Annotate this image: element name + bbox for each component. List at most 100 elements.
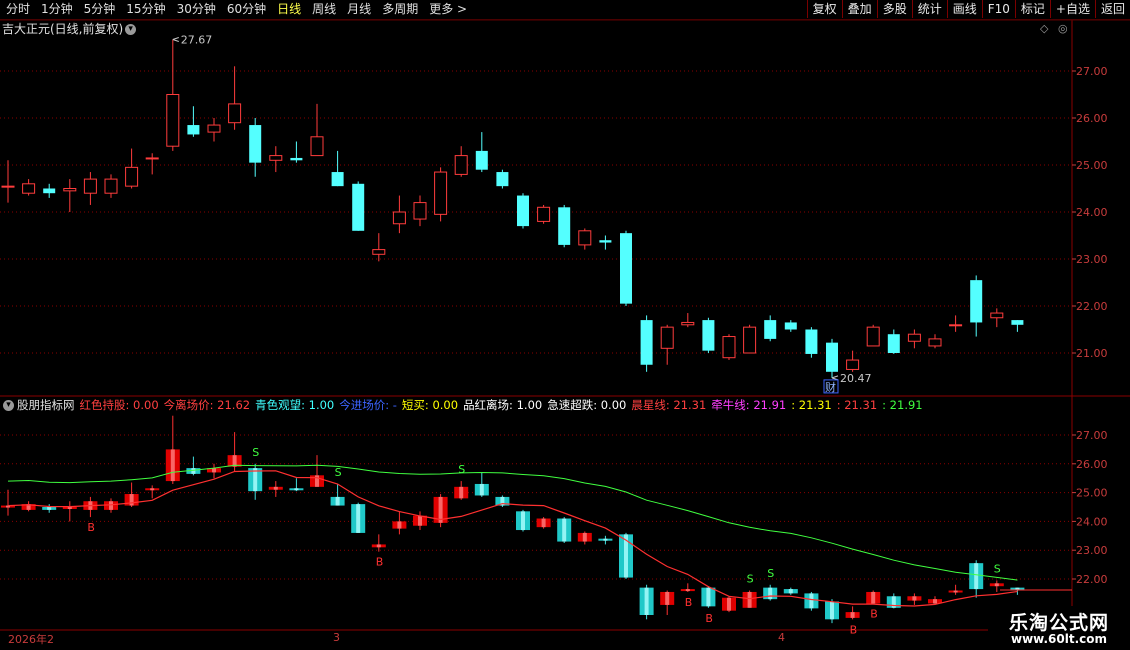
- cai-label: 财: [825, 380, 836, 394]
- indicator-menu-icon[interactable]: ▾: [3, 399, 14, 411]
- indicator-candle-highlight: [850, 612, 855, 618]
- date-label-apr: 4: [778, 631, 785, 644]
- indicator-y-tick-label: 25.00: [1076, 487, 1108, 500]
- candle-body-up: [681, 321, 695, 326]
- indicator-candle-highlight: [294, 488, 299, 491]
- indicator-candle-highlight: [727, 597, 731, 611]
- indicator-candle-highlight: [191, 468, 196, 474]
- signal-b-label: B: [376, 556, 384, 569]
- indicator-candle-highlight: [871, 591, 876, 604]
- signal-s-label: S: [458, 463, 465, 476]
- candle-body-up: [392, 211, 406, 225]
- candle-body-down: [496, 172, 509, 187]
- indicator-field-11: : 21.91: [882, 398, 923, 412]
- candle-body-up: [125, 166, 139, 187]
- chevron-down-icon[interactable]: ▾: [125, 24, 137, 35]
- candle-body-up: [310, 136, 324, 157]
- candle-body-up: [22, 183, 36, 194]
- indicator-candle-highlight: [809, 593, 814, 609]
- indicator-header: ▾ 股朋指标网 红色持股: 0.00 今离场价: 21.62 青色观望: 1.00 今…: [0, 397, 928, 413]
- indicator-candle-highlight: [376, 544, 381, 548]
- red-ma-line: [7, 470, 1018, 607]
- candle-body-up: [104, 178, 118, 194]
- indicator-candle-highlight: [541, 518, 546, 528]
- candle-body-up: [866, 326, 880, 347]
- main-panel-title: 吉大正元(日线,前复权) ▾: [2, 21, 139, 37]
- diamond-icon[interactable]: ◇: [1040, 22, 1048, 35]
- indicator-candle-highlight: [397, 521, 402, 529]
- candle-body-down: [558, 207, 571, 245]
- indicator-candle-highlight: [315, 475, 319, 487]
- indicator-field-5: 品红离场: 1.00: [463, 398, 543, 412]
- indicator-candle-highlight: [665, 591, 670, 605]
- candle-body-up: [454, 155, 468, 175]
- candle-body-down: [352, 183, 365, 231]
- candle-body-up: [228, 103, 242, 124]
- indicator-name[interactable]: 股朋指标网: [17, 397, 75, 413]
- signal-s-label: S: [747, 573, 754, 586]
- candle-body-down: [764, 320, 777, 339]
- candle-body-down: [887, 334, 900, 353]
- low-arrow: [831, 375, 839, 381]
- indicator-candle-highlight: [273, 486, 278, 490]
- candle-body-down: [805, 329, 818, 354]
- candle-body-up: [166, 94, 180, 147]
- indicator-candle-highlight: [562, 518, 567, 542]
- watermark-logo: 乐淘公式网 www.60lt.com: [988, 606, 1130, 650]
- indicator-candle-highlight: [912, 596, 917, 601]
- candle-body-down: [331, 172, 344, 187]
- indicator-candle-highlight: [521, 511, 525, 531]
- main-y-tick-label: 27.00: [1076, 65, 1108, 78]
- stock-chart-app: 分时 1分钟 5分钟 15分钟 30分钟 60分钟 日线 周线 月线 多周期 更多 > 复权 叠加 多股…: [0, 0, 1130, 650]
- candle-body-up: [145, 157, 159, 160]
- indicator-candle-highlight: [747, 591, 752, 608]
- candle-body-up: [83, 178, 97, 194]
- indicator-y-tick-label: 23.00: [1076, 544, 1108, 557]
- watermark-url: www.60lt.com: [1010, 632, 1108, 646]
- indicator-candle-highlight: [706, 587, 711, 607]
- signal-b-label: B: [870, 607, 878, 620]
- indicator-y-tick-label: 22.00: [1076, 573, 1108, 586]
- indicator-candle-highlight: [356, 504, 361, 533]
- low-price-label: 20.47: [840, 372, 872, 385]
- indicator-field-8: 牵牛线: 21.91: [711, 398, 787, 412]
- signal-b-label: B: [850, 623, 858, 636]
- chart-canvas[interactable]: 27.00 26.00 25.00 24.00 23.00 22.00 21.00 27.00…: [0, 0, 1130, 650]
- candle-body-up: [990, 312, 1004, 319]
- candle-body-down: [43, 188, 56, 194]
- candle-body-up: [63, 188, 77, 192]
- candle-body-down: [620, 233, 632, 304]
- indicator-candle-highlight: [479, 483, 484, 496]
- main-y-tick-label: 21.00: [1076, 347, 1108, 360]
- candle-body-up: [434, 171, 448, 215]
- indicator-candle-highlight: [170, 449, 175, 482]
- candle-body-down: [517, 195, 529, 227]
- indicator-y-tick-label: 24.00: [1076, 515, 1108, 528]
- signal-s-label: S: [767, 567, 774, 580]
- high-price-label: 27.67: [181, 34, 213, 47]
- candle-body-down: [784, 322, 797, 330]
- indicator-candle-highlight: [685, 589, 690, 592]
- indicator-field-0: 红色持股: 0.00: [79, 398, 159, 412]
- signal-b-label: B: [705, 612, 713, 625]
- indicator-candle-highlight: [47, 507, 52, 510]
- indicator-field-1: 今离场价: 21.62: [163, 398, 251, 412]
- green-ma-line: [7, 464, 1018, 581]
- candle-body-up: [928, 338, 942, 347]
- panel-settings-icon[interactable]: ◎: [1058, 22, 1068, 35]
- candle-body-up: [269, 155, 283, 161]
- indicator-candle-highlight: [582, 532, 587, 542]
- candle-body-down: [1011, 320, 1024, 325]
- indicator-field-7: 晨星线: 21.31: [631, 398, 707, 412]
- candle-body-up: [949, 324, 963, 327]
- indicator-candle-highlight: [933, 599, 937, 604]
- indicator-field-10: : 21.31: [836, 398, 878, 412]
- indicator-y-tick-label: 27.00: [1076, 429, 1108, 442]
- main-y-tick-label: 24.00: [1076, 206, 1108, 219]
- indicator-field-9: : 21.31: [791, 398, 832, 412]
- indicator-candle-highlight: [994, 583, 999, 587]
- candle-body-up: [207, 124, 221, 133]
- indicator-candle-highlight: [129, 494, 134, 506]
- indicator-candle-highlight: [459, 486, 464, 499]
- indicator-field-4: 短买: 0.00: [401, 398, 459, 412]
